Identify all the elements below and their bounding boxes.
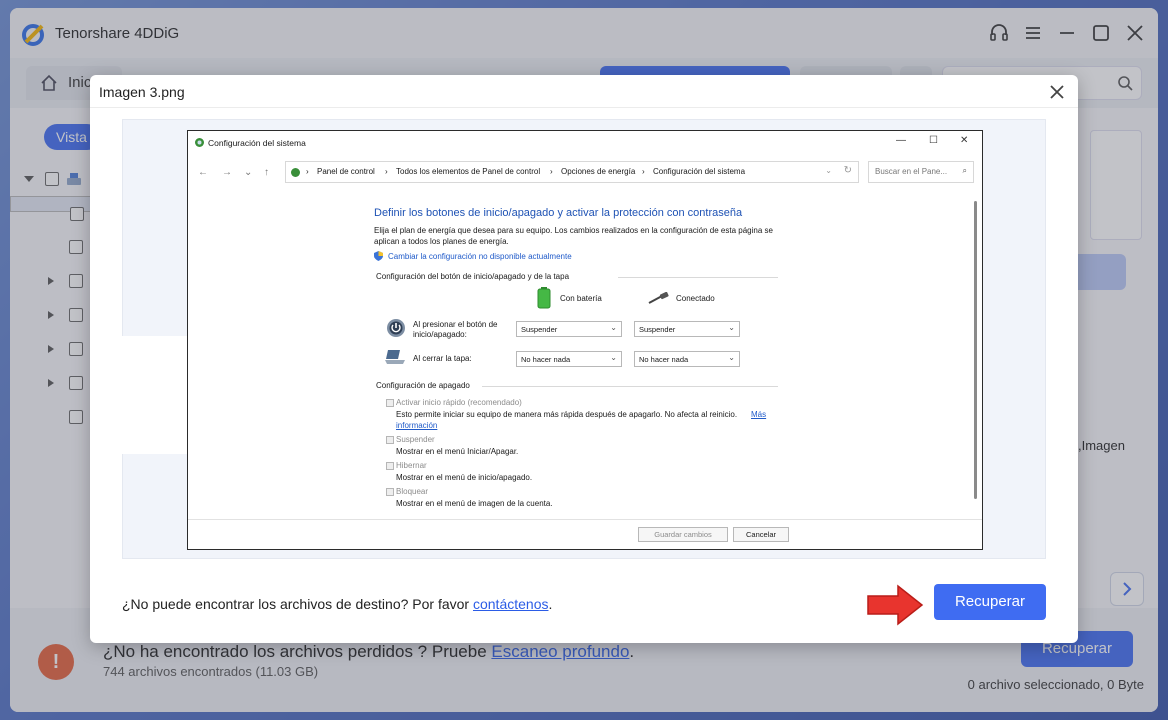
system-settings-icon	[195, 138, 204, 147]
intro-line-1: Elija el plan de energía que desea para …	[374, 226, 773, 235]
fast-startup-label: Activar inicio rápido (recomendado)	[396, 398, 522, 407]
breadcrumb-sep: ›	[306, 167, 309, 176]
chevron-down-icon: ⌄	[728, 323, 735, 332]
dialog-title: Imagen 3.png	[99, 84, 185, 100]
breadcrumb-item: Todos los elementos de Panel de control	[396, 167, 541, 176]
lid-row-label: Al cerrar la tapa:	[413, 354, 472, 363]
refresh-icon: ↻	[843, 165, 852, 176]
preview-window-title: Configuración del sistema	[208, 138, 306, 148]
sleep-checkbox	[386, 436, 394, 444]
dialog-close-icon[interactable]	[1048, 83, 1066, 101]
lid-plugged-select: No hacer nada ⌄	[634, 351, 740, 367]
dialog-help-text: ¿No puede encontrar los archivos de dest…	[122, 596, 552, 612]
power-row-label-2: inicio/apagado:	[413, 330, 467, 339]
breadcrumb-sep: ›	[385, 167, 388, 176]
more-info-link-1: Más	[751, 410, 767, 419]
fast-startup-desc: Esto permite iniciar su equipo de manera…	[396, 410, 738, 419]
contact-link[interactable]: contáctenos	[473, 596, 549, 612]
control-panel-icon	[291, 168, 300, 177]
lock-checkbox	[386, 488, 394, 496]
admin-shield-icon	[374, 251, 383, 261]
image-preview: Configuración del sistema — ☐ ✕ ← → ⌄ ↑ …	[115, 119, 1046, 559]
address-dropdown-icon: ⌄	[825, 166, 832, 175]
change-settings-link: Cambiar la configuración no disponible a…	[388, 252, 572, 261]
preview-window: Configuración del sistema — ☐ ✕ ← → ⌄ ↑ …	[187, 130, 983, 550]
sleep-desc: Mostrar en el menú Iniciar/Apagar.	[396, 447, 519, 456]
preview-scrollbar	[974, 201, 977, 499]
fast-startup-checkbox	[386, 399, 394, 407]
address-row: ← → ⌄ ↑ › Panel de control › Todos los e…	[188, 159, 982, 187]
save-changes-button: Guardar cambios	[638, 527, 728, 542]
col-plugged: Conectado	[676, 294, 715, 303]
power-button-icon	[387, 319, 405, 337]
power-plugged-select: Suspender ⌄	[634, 321, 740, 337]
breadcrumb-item: Configuración del sistema	[653, 167, 746, 176]
preview-search-placeholder: Buscar en el Pane...	[875, 167, 948, 176]
lock-label: Bloquear	[396, 487, 429, 496]
hibernate-checkbox	[386, 462, 394, 470]
laptop-lid-icon	[385, 350, 405, 364]
preview-maximize-icon: ☐	[929, 135, 938, 146]
preview-close-icon: ✕	[960, 135, 969, 146]
more-info-link-2: información	[396, 421, 438, 430]
lid-battery-value: No hacer nada	[521, 355, 571, 364]
chevron-down-icon: ⌄	[610, 353, 617, 362]
col-battery: Con batería	[560, 294, 602, 303]
power-battery-value: Suspender	[521, 325, 558, 334]
lid-battery-select: No hacer nada ⌄	[516, 351, 622, 367]
cancel-button: Cancelar	[733, 527, 789, 542]
section-divider	[618, 277, 778, 278]
dialog-divider	[90, 107, 1078, 108]
breadcrumb-sep: ›	[550, 167, 553, 176]
recent-chevron-icon: ⌄	[244, 167, 253, 178]
hibernate-label: Hibernar	[396, 461, 427, 470]
hibernate-desc: Mostrar en el menú de inicio/apagado.	[396, 473, 533, 482]
lid-plugged-value: No hacer nada	[639, 355, 689, 364]
preview-footer-divider	[188, 519, 982, 520]
battery-icon	[537, 287, 551, 309]
section-divider	[482, 386, 778, 387]
lock-desc: Mostrar en el menú de imagen de la cuent…	[396, 499, 553, 508]
preview-dialog: Imagen 3.png Configuración del sistema —…	[90, 75, 1078, 643]
preview-search-box: Buscar en el Pane... ⌕	[868, 161, 974, 183]
intro-line-2: aplican a todos los planes de energía.	[374, 237, 509, 246]
up-arrow-icon: ↑	[264, 167, 269, 178]
back-arrow-icon: ←	[198, 167, 208, 178]
power-battery-select: Suspender ⌄	[516, 321, 622, 337]
section-power-buttons: Configuración del botón de inicio/apagad…	[376, 272, 570, 281]
breadcrumb-item: Opciones de energía	[561, 167, 636, 176]
power-plug-icon	[648, 292, 669, 304]
chevron-down-icon: ⌄	[728, 353, 735, 362]
forward-arrow-icon: →	[222, 167, 232, 178]
breadcrumb-item: Panel de control	[317, 167, 375, 176]
chevron-down-icon: ⌄	[610, 323, 617, 332]
power-row-label-1: Al presionar el botón de	[413, 320, 498, 329]
preview-search-icon: ⌕	[962, 166, 967, 175]
sleep-label: Suspender	[396, 435, 435, 444]
help-message: ¿No puede encontrar los archivos de dest…	[122, 596, 473, 612]
preview-minimize-icon: —	[896, 135, 906, 146]
power-plugged-value: Suspender	[639, 325, 676, 334]
address-bar: › Panel de control › Todos los elementos…	[285, 161, 859, 183]
preview-heading: Definir los botones de inicio/apagado y …	[374, 207, 743, 219]
breadcrumb-sep: ›	[642, 167, 645, 176]
recover-button[interactable]: Recuperar	[934, 584, 1046, 620]
section-shutdown: Configuración de apagado	[376, 381, 470, 390]
red-arrow-icon	[867, 584, 924, 626]
help-end: .	[548, 596, 553, 612]
